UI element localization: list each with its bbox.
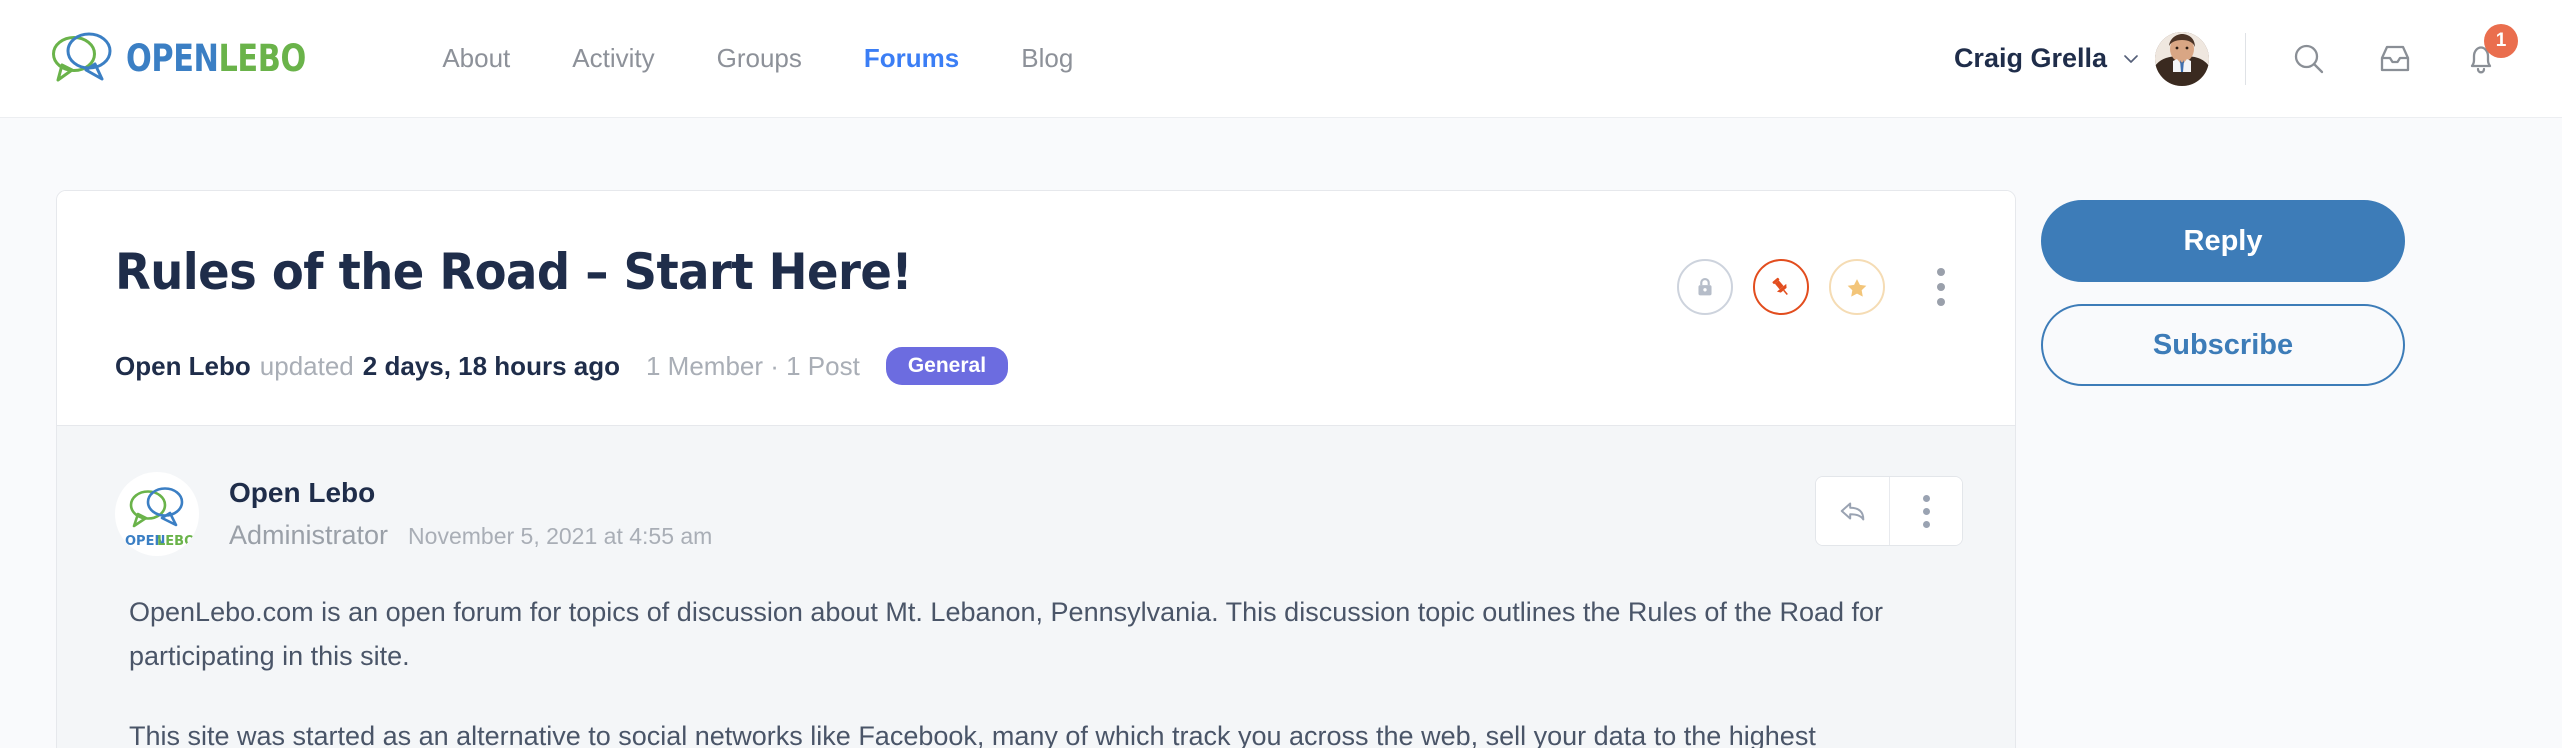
topic-title-row: Rules of the Road – Start Here! — [115, 245, 1963, 315]
post-content: OpenLebo.com is an open forum for topics… — [115, 556, 1963, 748]
post-tool-group — [1815, 476, 1963, 546]
post-paragraph: This site was started as an alternative … — [129, 721, 1816, 748]
chevron-down-icon — [2121, 49, 2141, 69]
post-author-name[interactable]: Open Lebo — [229, 476, 712, 510]
user-name-label: Craig Grella — [1953, 43, 2107, 73]
speech-bubbles-icon — [50, 28, 116, 90]
topic-header: Rules of the Road – Start Here! Open Leb… — [57, 191, 2015, 425]
user-menu[interactable]: Craig Grella — [1954, 43, 2141, 74]
logo-text-open: OPEN — [126, 37, 219, 80]
nav-item-groups[interactable]: Groups — [686, 33, 833, 84]
notification-count-badge: 1 — [2484, 23, 2518, 58]
page-body: Rules of the Road – Start Here! Open Leb… — [0, 118, 2562, 748]
post-header: OPEN LEBO Open Lebo Administrator Novemb… — [115, 472, 1963, 556]
topic-card: Rules of the Road – Start Here! Open Leb… — [56, 190, 2016, 748]
page-title: Rules of the Road – Start Here! — [115, 243, 913, 301]
topic-time-ago: 2 days, 18 hours ago — [362, 350, 620, 381]
search-icon[interactable] — [2284, 34, 2334, 84]
subscribe-button[interactable]: Subscribe — [2041, 304, 2405, 386]
openlebo-logo-avatar[interactable]: OPEN LEBO — [115, 472, 199, 556]
topic-meta: Open Lebo updated 2 days, 18 hours ago 1… — [115, 347, 1963, 385]
topic-author[interactable]: Open Lebo — [115, 351, 251, 382]
avatar[interactable] — [2155, 31, 2209, 86]
star-icon[interactable] — [1829, 259, 1885, 315]
nav-item-about[interactable]: About — [411, 33, 541, 84]
post-subline: Administrator November 5, 2021 at 4:55 a… — [229, 520, 712, 551]
status-badge[interactable]: General — [885, 347, 1009, 385]
sidebar-actions: Reply Subscribe — [2041, 190, 2421, 386]
pin-icon[interactable] — [1753, 259, 1809, 315]
post-timestamp: November 5, 2021 at 4:55 am — [408, 522, 713, 549]
reply-button[interactable]: Reply — [2041, 200, 2405, 282]
topic-updated-label: updated — [259, 350, 354, 381]
site-logo-link[interactable]: OPENLEBO — [50, 28, 345, 90]
bell-icon[interactable]: 1 — [2456, 23, 2518, 84]
nav-item-activity[interactable]: Activity — [541, 33, 685, 84]
post-paragraph: OpenLebo.com is an open forum for topics… — [129, 597, 1884, 671]
header-divider — [2245, 32, 2246, 85]
topic-counts: 1 Member · 1 Post — [645, 350, 860, 381]
topic-action-buttons — [1677, 245, 1963, 315]
site-logo-wordmark: OPENLEBO — [126, 40, 306, 77]
logo-text-lebo: LEBO — [218, 37, 307, 80]
post-author-role: Administrator — [229, 519, 389, 550]
main-content-column: Rules of the Road – Start Here! Open Leb… — [56, 190, 2017, 748]
main-navigation: About Activity Groups Forums Blog — [411, 33, 1104, 84]
kebab-menu-icon[interactable] — [1919, 259, 1963, 315]
nav-item-forums[interactable]: Forums — [833, 33, 990, 84]
header-right-cluster: Craig Grella 1 — [1954, 23, 2518, 86]
site-header: OPENLEBO About Activity Groups Forums Bl… — [0, 0, 2562, 118]
nav-item-blog[interactable]: Blog — [990, 33, 1104, 84]
forum-post: OPEN LEBO Open Lebo Administrator Novemb… — [57, 425, 2015, 748]
reply-arrow-icon[interactable] — [1816, 477, 1889, 545]
lock-icon[interactable] — [1677, 259, 1733, 315]
inbox-icon[interactable] — [2370, 34, 2420, 84]
kebab-menu-icon[interactable] — [1889, 477, 1962, 545]
svg-text:LEBO: LEBO — [157, 534, 194, 549]
post-identity: Open Lebo Administrator November 5, 2021… — [229, 472, 712, 551]
